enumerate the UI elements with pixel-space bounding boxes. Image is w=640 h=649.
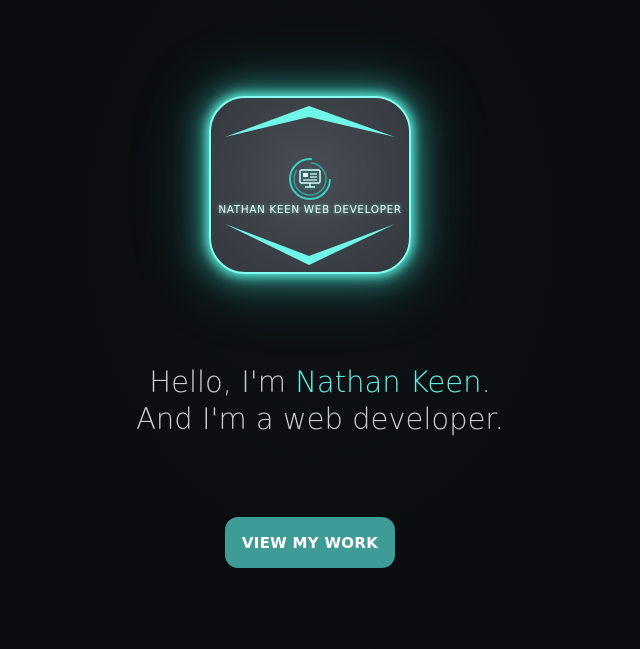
logo-text: NATHAN KEEN WEB DEVELOPER [218, 204, 402, 216]
intro-line-1: Hello, I'm Nathan Keen. [0, 364, 640, 401]
logo-card: NATHAN KEEN WEB DEVELOPER [209, 96, 411, 274]
logo-top-chevron [225, 106, 395, 137]
logo-bottom-chevron [225, 224, 395, 265]
intro-line-2: And I'm a web developer. [136, 402, 504, 436]
intro-heading: Hello, I'm Nathan Keen. And I'm a web de… [0, 364, 640, 438]
logo-graphic [225, 106, 395, 265]
intro-greeting: Hello, I'm [149, 365, 296, 399]
monitor-circuit-icon [289, 158, 331, 200]
intro-period: . [481, 365, 491, 399]
view-my-work-button[interactable]: VIEW MY WORK [225, 517, 395, 568]
hero-section: NATHAN KEEN WEB DEVELOPER Hello, I'm Nat… [0, 0, 640, 649]
developer-name: Nathan Keen [295, 365, 482, 399]
